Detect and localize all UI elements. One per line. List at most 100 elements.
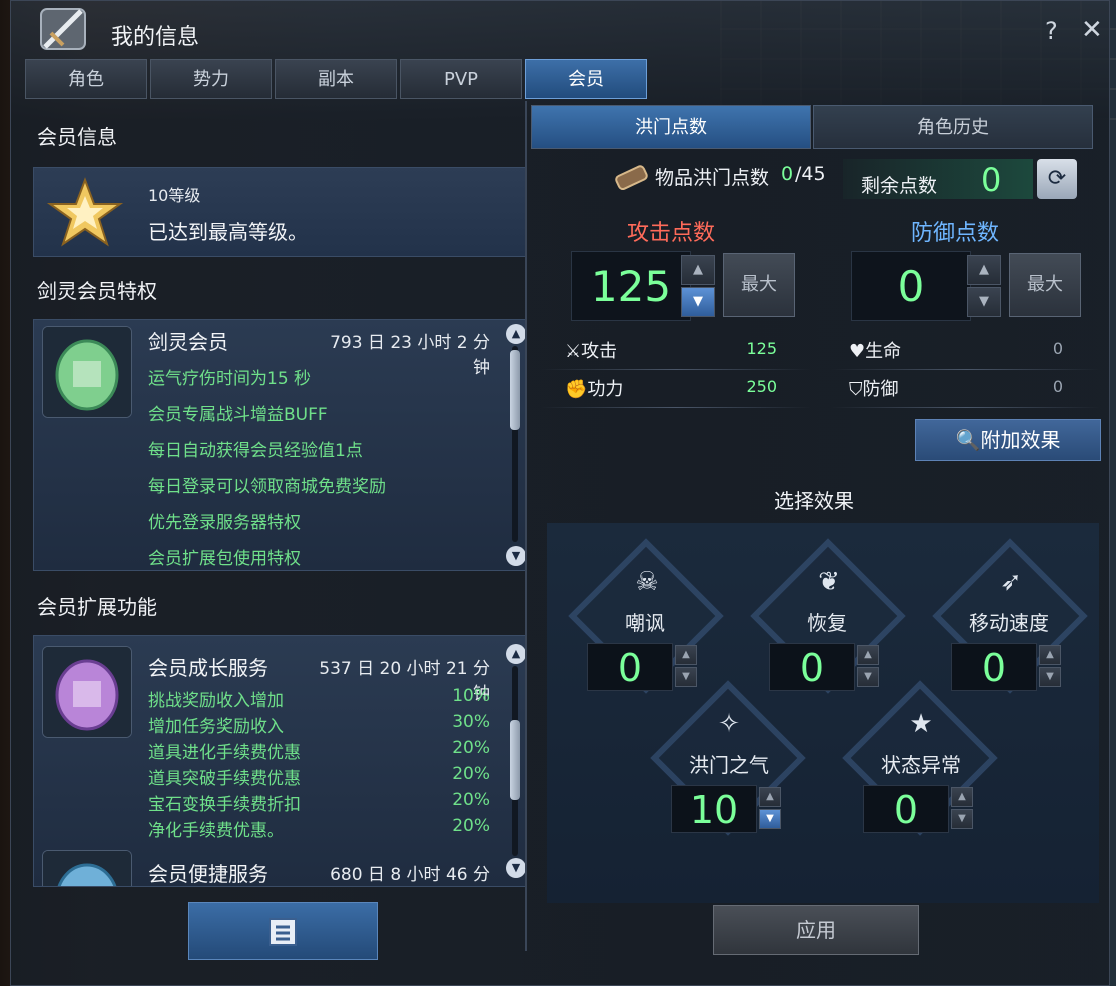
- attack-points-value: 125: [571, 251, 691, 321]
- scrollbar-thumb[interactable]: [510, 720, 520, 800]
- taunt-increase-button[interactable]: ▲: [675, 645, 697, 665]
- tab-pvp[interactable]: PVP: [400, 59, 522, 99]
- effect-taunt-value: 0: [587, 643, 673, 691]
- extra-effect-button[interactable]: 🔍附加效果: [915, 419, 1101, 461]
- shop-icon: [269, 918, 297, 946]
- stat-power: ✊功力: [565, 375, 623, 401]
- stat-divider: [831, 407, 1101, 408]
- privilege-heading: 剑灵会员特权: [37, 279, 157, 303]
- extension-perk-label: 道具突破手续费优惠: [148, 769, 301, 789]
- effect-taunt-label: 嘲讽: [625, 611, 665, 635]
- panel-divider: [525, 101, 527, 951]
- tab-hongmen-points[interactable]: 洪门点数: [531, 105, 811, 149]
- tab-faction[interactable]: 势力: [150, 59, 272, 99]
- scroll-up-icon[interactable]: ▲: [506, 644, 526, 664]
- effect-speed-label: 移动速度: [969, 611, 1049, 635]
- extension-list: 会员成长服务 537 日 20 小时 21 分钟 挑战奖励收入增加 10% 增加…: [33, 635, 527, 887]
- effect-status-label: 状态异常: [881, 753, 961, 777]
- star-medal-icon: [46, 177, 124, 247]
- sprout-icon: ❦: [818, 567, 840, 597]
- perk-item: 每日自动获得会员经验值1点: [148, 441, 363, 461]
- stat-divider: [541, 407, 811, 408]
- extension-heading: 会员扩展功能: [37, 595, 157, 619]
- tab-character[interactable]: 角色: [25, 59, 147, 99]
- shield-icon: ⛉: [849, 379, 863, 400]
- recover-increase-button[interactable]: ▲: [857, 645, 879, 665]
- crossed-swords-icon: ⚔: [565, 341, 582, 362]
- hongmen-increase-button[interactable]: ▲: [759, 787, 781, 807]
- tab-membership[interactable]: 会员: [525, 59, 647, 99]
- purple-pendant-icon: [42, 646, 132, 738]
- scroll-down-icon[interactable]: ▼: [506, 546, 526, 566]
- recover-decrease-button[interactable]: ▼: [857, 667, 879, 687]
- defense-decrease-button[interactable]: ▼: [967, 287, 1001, 317]
- scrollbar-thumb[interactable]: [510, 350, 520, 430]
- title-bar: 我的信息 ? ✕: [11, 1, 1111, 61]
- status-increase-button[interactable]: ▲: [951, 787, 973, 807]
- hongmen-right-panel: 洪门点数 角色历史 物品洪门点数 0 /45 剩余点数 0 ⟳ 攻击点数 防御点…: [531, 105, 1101, 975]
- extension-perk-value: 20%: [452, 764, 490, 784]
- hongmen-decrease-button[interactable]: ▼: [759, 809, 781, 829]
- extension-item-time: 680 日 8 小时 46 分钟: [330, 865, 490, 885]
- item-points-current: 0: [781, 163, 794, 185]
- status-decrease-button[interactable]: ▼: [951, 809, 973, 829]
- member-left-panel: 会员信息 10等级 已达到最高等级。 剑灵会员特权 剑灵会员 793 日 23 …: [31, 101, 531, 981]
- fist-icon: ✊: [565, 379, 588, 400]
- privilege-name: 剑灵会员: [148, 330, 228, 354]
- attack-max-button[interactable]: 最大: [723, 253, 795, 317]
- reset-icon[interactable]: ⟳: [1037, 159, 1077, 199]
- effect-recover-value: 0: [769, 643, 855, 691]
- help-button[interactable]: ?: [1045, 17, 1058, 45]
- stat-power-label: 功力: [587, 379, 624, 400]
- extension-perk-label: 挑战奖励收入增加: [148, 691, 284, 711]
- extension-item-name: 会员便捷服务: [148, 862, 268, 886]
- stat-attack-label: 攻击: [581, 341, 618, 362]
- attack-increase-button[interactable]: ▲: [681, 255, 715, 285]
- close-button[interactable]: ✕: [1081, 15, 1103, 45]
- extension-perk-value: 30%: [452, 712, 490, 732]
- member-level-desc: 已达到最高等级。: [148, 220, 308, 244]
- stat-attack-value: 125: [746, 339, 777, 358]
- defense-max-button[interactable]: 最大: [1009, 253, 1081, 317]
- scroll-up-icon[interactable]: ▲: [506, 324, 526, 344]
- star-icon: ★: [909, 709, 933, 739]
- jade-pendant-icon: [42, 326, 132, 418]
- defense-points-value: 0: [851, 251, 971, 321]
- effect-status-value: 0: [863, 785, 949, 833]
- speed-increase-button[interactable]: ▲: [1039, 645, 1061, 665]
- extension-item-name: 会员成长服务: [148, 656, 268, 680]
- stat-divider: [831, 369, 1101, 370]
- attack-decrease-button[interactable]: ▼: [681, 287, 715, 317]
- extension-perk-value: 20%: [452, 816, 490, 836]
- defense-points-title: 防御点数: [911, 221, 1000, 246]
- stat-defense: ⛉防御: [849, 375, 899, 401]
- stat-life: ♥生命: [849, 337, 901, 363]
- perk-item: 运气疗伤时间为15 秒: [148, 369, 312, 389]
- heart-icon: ♥: [849, 341, 866, 362]
- stat-divider: [541, 369, 811, 370]
- attack-points-title: 攻击点数: [627, 221, 716, 246]
- shop-button[interactable]: [188, 902, 378, 960]
- scroll-item-icon: [615, 165, 648, 191]
- my-info-window: 我的信息 ? ✕ 角色 势力 副本 PVP 会员 会员信息 10等级 已达到最高…: [10, 0, 1110, 986]
- magnifier-icon: 🔍: [955, 428, 981, 452]
- scroll-down-icon[interactable]: ▼: [506, 858, 526, 878]
- dragon-icon: ✧: [718, 709, 740, 739]
- extension-perk-value: 20%: [452, 738, 490, 758]
- tab-character-history[interactable]: 角色历史: [813, 105, 1093, 149]
- item-points-label: 物品洪门点数: [655, 167, 770, 189]
- defense-increase-button[interactable]: ▲: [967, 255, 1001, 285]
- stat-defense-value: 0: [1052, 377, 1063, 396]
- tab-dungeon[interactable]: 副本: [275, 59, 397, 99]
- speed-decrease-button[interactable]: ▼: [1039, 667, 1061, 687]
- privilege-time: 793 日 23 小时 2 分钟: [330, 333, 490, 378]
- running-icon: ➶: [1000, 567, 1022, 597]
- privilege-list: 剑灵会员 793 日 23 小时 2 分钟 运气疗伤时间为15 秒 会员专属战斗…: [33, 319, 527, 571]
- stat-attack: ⚔攻击: [565, 337, 617, 363]
- effect-hongmen-value: 10: [671, 785, 757, 833]
- taunt-decrease-button[interactable]: ▼: [675, 667, 697, 687]
- apply-button[interactable]: 应用: [713, 905, 919, 955]
- blue-pendant-icon: [42, 850, 132, 886]
- window-title: 我的信息: [111, 25, 200, 50]
- extension-perk-label: 增加任务奖励收入: [148, 717, 284, 737]
